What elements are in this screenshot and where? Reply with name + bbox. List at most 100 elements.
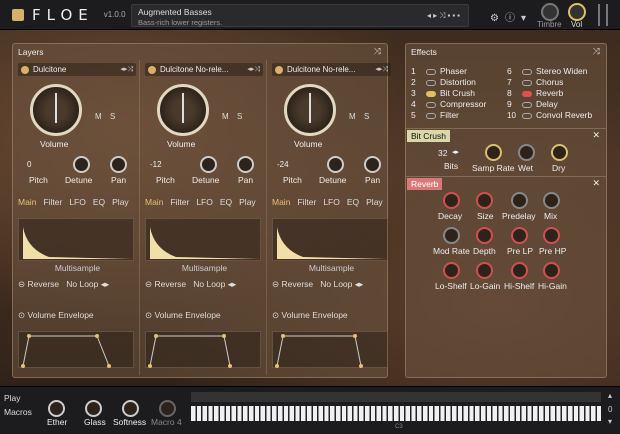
layer-header[interactable]: Dulcitone No-rele... ◂▸⤨ [272,63,391,76]
tab-play[interactable]: Play [239,197,256,207]
dry-knob[interactable] [551,144,568,161]
layer-header[interactable]: Dulcitone No-rele... ◂▸⤨ [145,63,263,76]
toggle-icon[interactable] [426,112,436,119]
fx-item[interactable]: 3 Bit Crush [411,88,507,99]
hi-gain-knob[interactable] [543,262,560,279]
arrow-icons[interactable]: ◂▸⤨ [120,65,133,74]
timbre-knob[interactable] [541,3,559,21]
preset-controls[interactable]: ◂▸⤨▪▪▪ [427,11,462,21]
envelope-row[interactable]: ⊙ Volume Envelope [272,310,348,321]
envelope-row[interactable]: ⊙ Volume Envelope [145,310,221,321]
samp-rate-knob[interactable] [485,144,502,161]
tab-eq[interactable]: EQ [93,197,105,207]
reverse-row[interactable]: ⊝ Reverse No Loop ◂▸ [145,279,236,290]
loop-selector[interactable]: No Loop [66,279,98,289]
fx-item[interactable]: 1 Phaser [411,66,507,77]
envelope-display[interactable] [18,331,134,368]
piano-keyboard[interactable] [191,406,601,421]
reverse-row[interactable]: ⊝ Reverse No Loop ◂▸ [18,279,109,290]
toggle-icon[interactable] [522,112,532,119]
fx-item[interactable]: 2 Distortion [411,77,507,88]
volume-knob[interactable] [157,84,209,136]
waveform-display[interactable] [145,218,262,261]
tab-main[interactable]: Main [18,197,36,207]
shuffle-icon[interactable]: ⤨ [593,46,600,57]
tab-filter[interactable]: Filter [170,197,189,207]
reverse-toggle-icon[interactable]: ⊝ [18,279,25,289]
volume-knob[interactable] [30,84,82,136]
depth-knob[interactable] [476,227,493,244]
envelope-toggle-icon[interactable]: ⊙ [145,310,152,320]
toggle-icon[interactable] [522,68,532,75]
detune-knob[interactable] [73,156,90,173]
fx-item[interactable]: 6 Stereo Widen [507,66,588,77]
arrow-icons[interactable]: ◂▸⤨ [375,65,388,74]
reverse-toggle-icon[interactable]: ⊝ [145,279,152,289]
ether-knob[interactable] [48,400,65,417]
tab-main[interactable]: Main [272,197,290,207]
reverse-row[interactable]: ⊝ Reverse No Loop ◂▸ [272,279,363,290]
pitch-value[interactable]: -24 [277,160,289,169]
volume-knob[interactable] [568,3,586,21]
tab-eq[interactable]: EQ [347,197,359,207]
preset-selector[interactable]: Augmented Basses Bass-rich lower registe… [131,4,469,27]
detune-knob[interactable] [200,156,217,173]
toggle-icon[interactable] [426,101,436,108]
fx-item[interactable]: 5 Filter [411,110,507,121]
octave-up-icon[interactable]: ▴ [608,391,612,400]
toggle-icon[interactable] [522,101,532,108]
waveform-display[interactable] [18,218,135,261]
loop-selector[interactable]: No Loop [193,279,225,289]
shuffle-icon[interactable]: ⤨ [374,46,381,57]
pre-lp-knob[interactable] [511,227,528,244]
macros-label[interactable]: Macros [4,407,32,417]
solo-button[interactable]: S [364,112,369,121]
tab-play[interactable]: Play [112,197,129,207]
mix-knob[interactable] [543,192,560,209]
mute-button[interactable]: M [222,112,229,121]
lo-shelf-knob[interactable] [443,262,460,279]
toggle-icon[interactable] [426,79,436,86]
pan-knob[interactable] [237,156,254,173]
fx-item[interactable]: 8 Reverb [507,88,563,99]
fx-item[interactable]: 7 Chorus [507,77,563,88]
pan-knob[interactable] [364,156,381,173]
power-icon[interactable] [275,65,283,74]
glass-knob[interactable] [85,400,102,417]
predelay-knob[interactable] [511,192,528,209]
fx-item[interactable]: 9 Delay [507,99,558,110]
play-label[interactable]: Play [4,393,21,403]
softness-knob[interactable] [122,400,139,417]
tab-lfo[interactable]: LFO [323,197,340,207]
wet-knob[interactable] [518,144,535,161]
hi-shelf-knob[interactable] [511,262,528,279]
lo-gain-knob[interactable] [476,262,493,279]
envelope-display[interactable] [145,331,261,368]
tab-play[interactable]: Play [366,197,383,207]
envelope-row[interactable]: ⊙ Volume Envelope [18,310,94,321]
envelope-toggle-icon[interactable]: ⊙ [272,310,279,320]
tab-main[interactable]: Main [145,197,163,207]
bits-value[interactable]: 32 [438,148,447,158]
mute-button[interactable]: M [349,112,356,121]
waveform-display[interactable] [272,218,389,261]
top-icons[interactable]: ⚙ⓘ▾ [490,9,532,24]
tab-lfo[interactable]: LFO [196,197,213,207]
solo-button[interactable]: S [237,112,242,121]
tab-filter[interactable]: Filter [297,197,316,207]
envelope-toggle-icon[interactable]: ⊙ [18,310,25,320]
close-icon[interactable]: ✕ [592,178,600,189]
pre-hp-knob[interactable] [543,227,560,244]
envelope-display[interactable] [272,331,388,368]
toggle-icon[interactable] [426,90,436,97]
fx-item[interactable]: 4 Compressor [411,99,507,110]
decay-knob[interactable] [443,192,460,209]
keyboard-scrollbar[interactable] [191,392,601,402]
power-icon[interactable] [148,65,156,74]
bits-arrows-icon[interactable]: ◂▸ [452,148,459,156]
solo-button[interactable]: S [110,112,115,121]
tab-filter[interactable]: Filter [43,197,62,207]
pitch-value[interactable]: 0 [27,160,31,169]
loop-selector[interactable]: No Loop [320,279,352,289]
detune-knob[interactable] [327,156,344,173]
